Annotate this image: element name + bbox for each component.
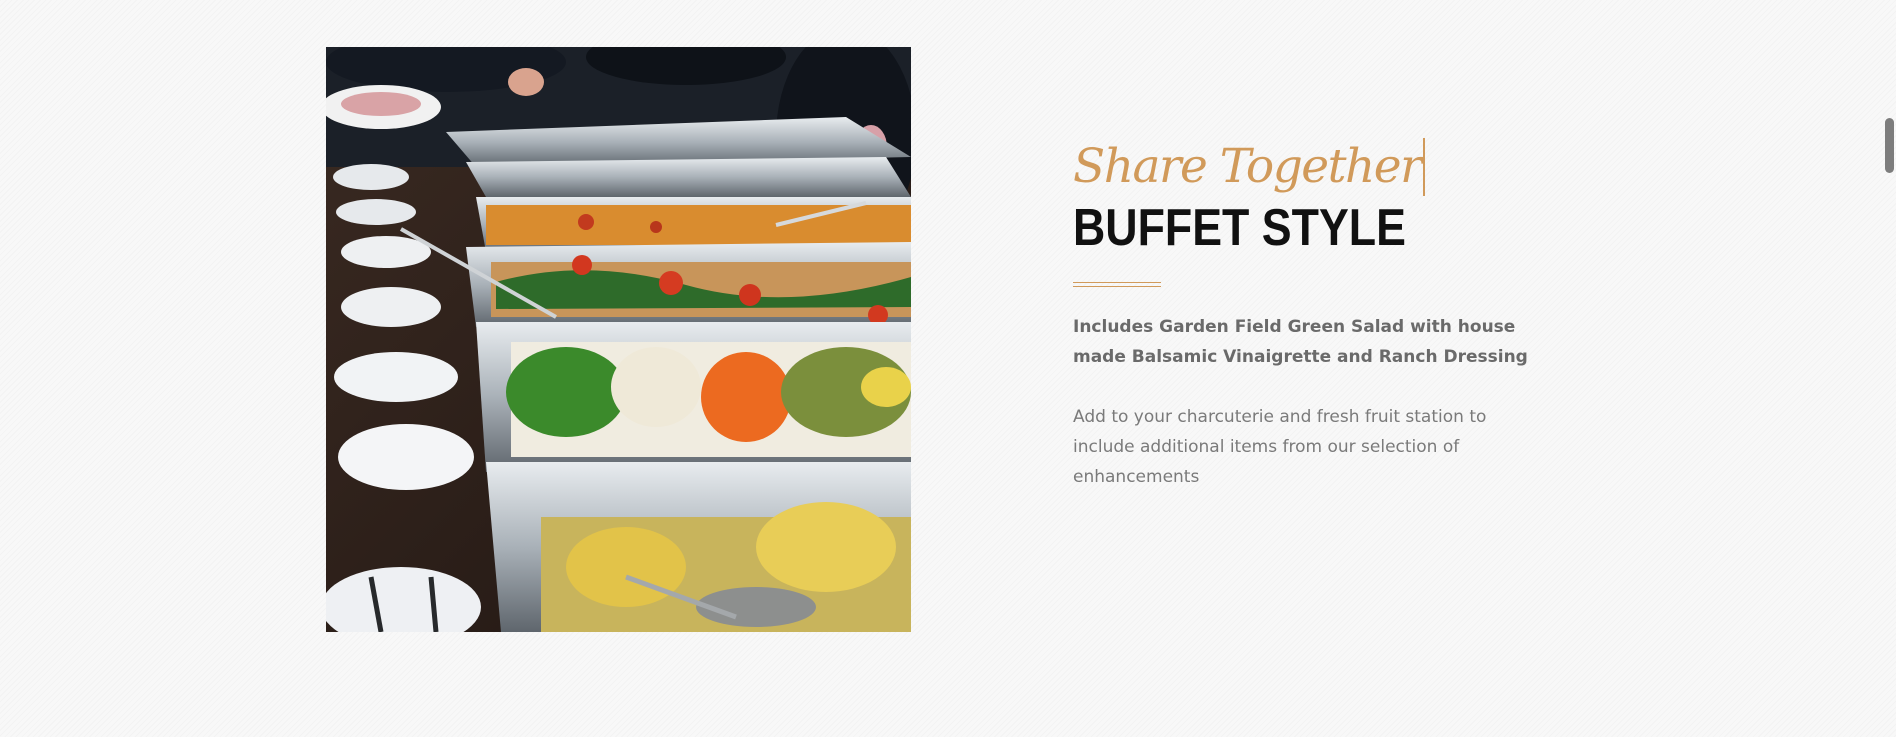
heading-divider <box>1073 282 1161 287</box>
scrollbar-thumb[interactable] <box>1885 118 1894 173</box>
buffet-photo <box>326 47 911 632</box>
section-heading: BUFFET STYLE <box>1073 199 1406 257</box>
body-paragraph: Add to your charcuterie and fresh fruit … <box>1073 407 1487 487</box>
lead-paragraph: Includes Garden Field Green Salad with h… <box>1073 317 1528 367</box>
buffet-description-section: Share Together BUFFET STYLE Includes Gar… <box>1073 138 1533 492</box>
script-heading: Share Together <box>1073 138 1426 196</box>
